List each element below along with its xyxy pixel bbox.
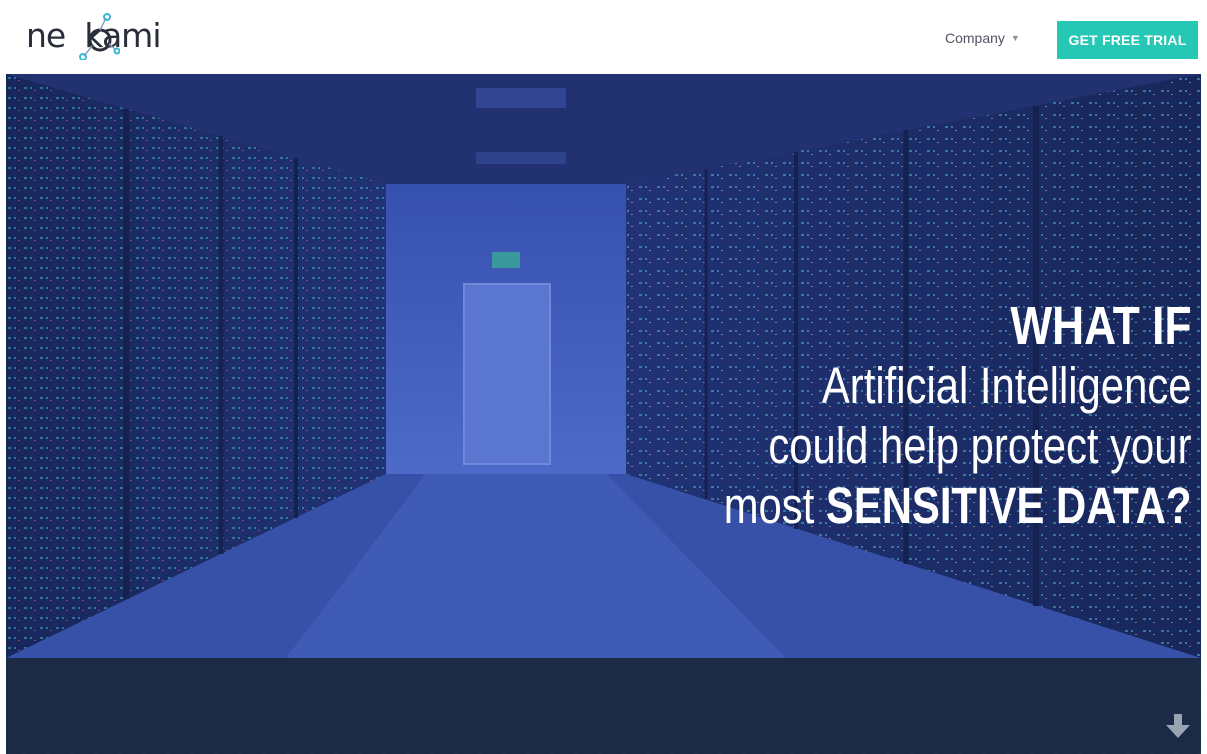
headline-emphasis: SENSITIVE DATA?	[825, 477, 1191, 534]
site-header: neokami Company ▼ GET FREE TRIAL	[0, 0, 1207, 74]
headline-line-4-prefix: most	[723, 477, 826, 534]
chevron-down-icon: ▼	[1010, 33, 1020, 43]
headline-line-3: could help protect your	[767, 417, 1191, 474]
get-free-trial-button[interactable]: GET FREE TRIAL	[1057, 21, 1198, 59]
headline-line-1: WHAT IF	[1009, 296, 1191, 356]
dark-band-section	[6, 658, 1201, 754]
hero-headline: WHAT IF Artificial Intelligence could he…	[621, 296, 1191, 536]
logo[interactable]: neokami	[26, 12, 186, 60]
arrow-down-icon[interactable]	[1164, 712, 1192, 740]
nav-company-label: Company	[945, 30, 1005, 46]
hero-banner: WHAT IF Artificial Intelligence could he…	[6, 74, 1201, 658]
nav-company[interactable]: Company ▼	[945, 30, 1020, 46]
headline-line-2: Artificial Intelligence	[821, 357, 1191, 414]
headline-line-4: most SENSITIVE DATA?	[723, 476, 1191, 536]
logo-molecule-icon	[79, 13, 120, 60]
